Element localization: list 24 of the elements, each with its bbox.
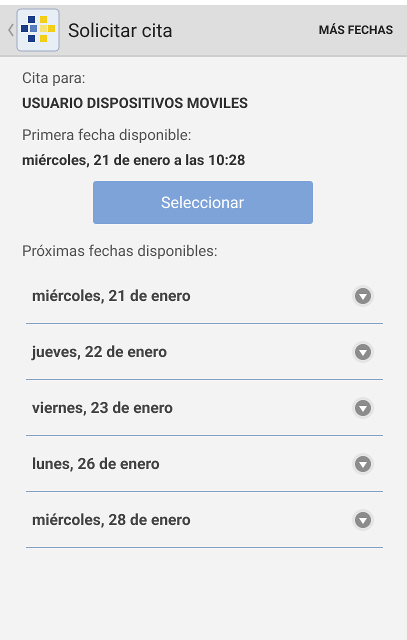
date-row[interactable]: lunes, 26 de enero [26, 436, 383, 492]
date-row[interactable]: jueves, 22 de enero [26, 324, 383, 380]
expand-icon[interactable] [351, 284, 375, 308]
appointment-for-label: Cita para: [22, 69, 86, 87]
screen-title: Solicitar cita [68, 18, 174, 42]
date-label: jueves, 22 de enero [32, 342, 167, 360]
expand-icon[interactable] [351, 508, 375, 532]
date-row[interactable]: miércoles, 28 de enero [26, 492, 383, 548]
date-row[interactable]: viernes, 23 de enero [26, 380, 383, 436]
app-logo-icon[interactable] [16, 8, 60, 52]
date-label: miércoles, 28 de enero [32, 510, 191, 528]
expand-icon[interactable] [351, 452, 375, 476]
expand-icon[interactable] [351, 340, 375, 364]
date-label: viernes, 23 de enero [32, 398, 173, 416]
expand-icon[interactable] [351, 396, 375, 420]
chevron-left-icon[interactable] [8, 23, 14, 37]
date-label: miércoles, 21 de enero [32, 286, 191, 304]
next-dates-label: Próximas fechas disponibles: [22, 242, 219, 260]
user-name: USUARIO DISPOSITIVOS MOVILES [22, 95, 249, 112]
more-dates-button[interactable]: MÁS FECHAS [318, 23, 393, 37]
first-date-value: miércoles, 21 de enero a las 10:28 [22, 152, 246, 169]
first-date-label: Primera fecha disponible: [22, 126, 192, 144]
date-label: lunes, 26 de enero [32, 454, 160, 472]
date-row[interactable]: miércoles, 21 de enero [26, 268, 383, 324]
